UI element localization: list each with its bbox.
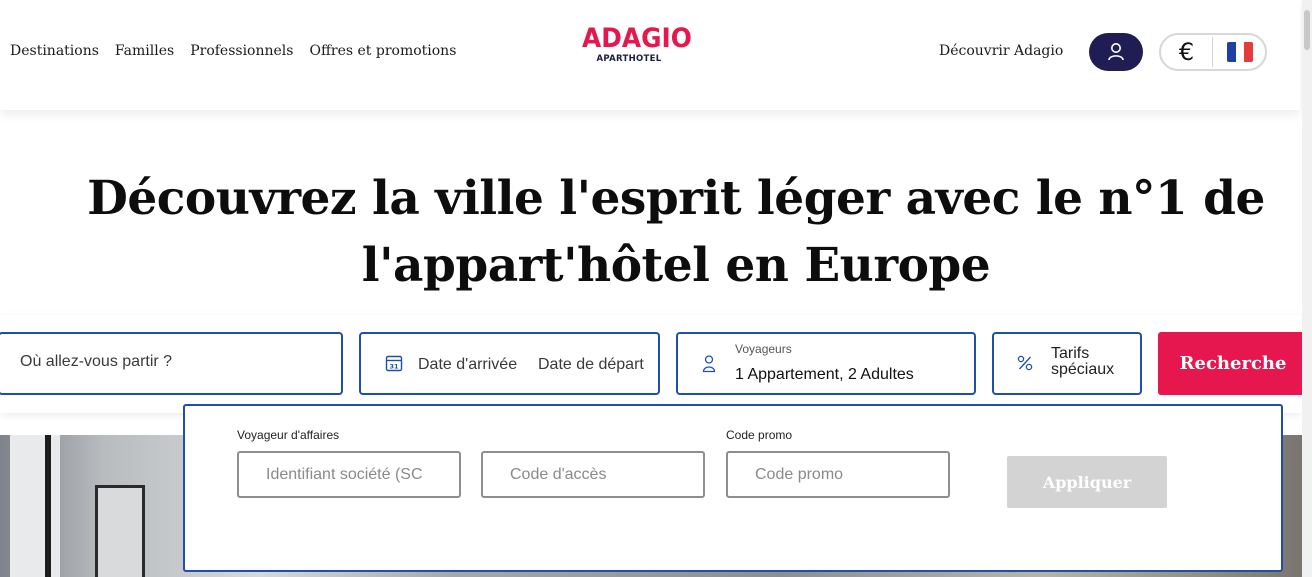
percent-icon [1017,355,1033,371]
svg-text:31: 31 [389,363,399,371]
guests-field[interactable]: Voyageurs 1 Appartement, 2 Adultes [676,332,976,395]
discover-link[interactable]: Découvrir Adagio [939,43,1063,59]
user-icon [1108,43,1124,61]
scrollbar-thumb[interactable] [1304,10,1310,50]
destination-placeholder: Où allez-vous partir ? [20,353,173,370]
logo-wordmark: ADAGIO [582,23,692,54]
apply-button[interactable]: Appliquer [1007,456,1167,508]
main-nav: Destinations Familles Professionnels Off… [10,43,456,59]
checkin-date[interactable]: Date d'arrivée [418,356,517,374]
france-flag-icon[interactable] [1227,42,1253,62]
adagio-logo[interactable]: ADAGIO APARTHOTEL [582,22,692,77]
currency-selector[interactable]: € [1161,37,1213,67]
nav-destinations[interactable]: Destinations [10,43,99,59]
nav-familles[interactable]: Familles [115,43,174,59]
hero-title-line2: l'appart'hôtel en Europe [361,238,991,293]
access-code-input[interactable] [481,451,705,498]
guests-value: 1 Appartement, 2 Adultes [735,366,914,383]
hero-title-line1: Découvrez la ville l'esprit léger avec l… [87,171,1265,226]
checkout-date[interactable]: Date de départ [538,356,644,374]
scrollbar[interactable] [1302,0,1312,577]
dates-field[interactable]: 31 Date d'arrivée Date de départ [359,332,660,395]
special-rates-panel: Voyageur d'affaires Code promo Appliquer [183,404,1283,572]
locale-selector[interactable]: € [1159,33,1267,71]
site-header: Destinations Familles Professionnels Off… [0,0,1300,110]
hero-title: Découvrez la ville l'esprit léger avec l… [40,165,1312,299]
special-rates-field[interactable]: Tarifs spéciaux [992,332,1142,395]
promo-code-input[interactable] [726,451,950,498]
nav-professionnels[interactable]: Professionnels [190,43,293,59]
company-id-input[interactable] [237,451,461,498]
nav-offres[interactable]: Offres et promotions [309,43,456,59]
person-icon [702,355,716,373]
promo-code-label: Code promo [726,428,793,442]
special-rates-label: Tarifs spéciaux [1051,345,1115,378]
business-traveler-label: Voyageur d'affaires [237,428,340,442]
account-button[interactable] [1089,33,1143,71]
calendar-icon: 31 [385,355,403,372]
search-button[interactable]: Recherche [1158,332,1308,395]
destination-field[interactable]: Où allez-vous partir ? [0,332,343,395]
guests-label: Voyageurs [735,342,792,356]
